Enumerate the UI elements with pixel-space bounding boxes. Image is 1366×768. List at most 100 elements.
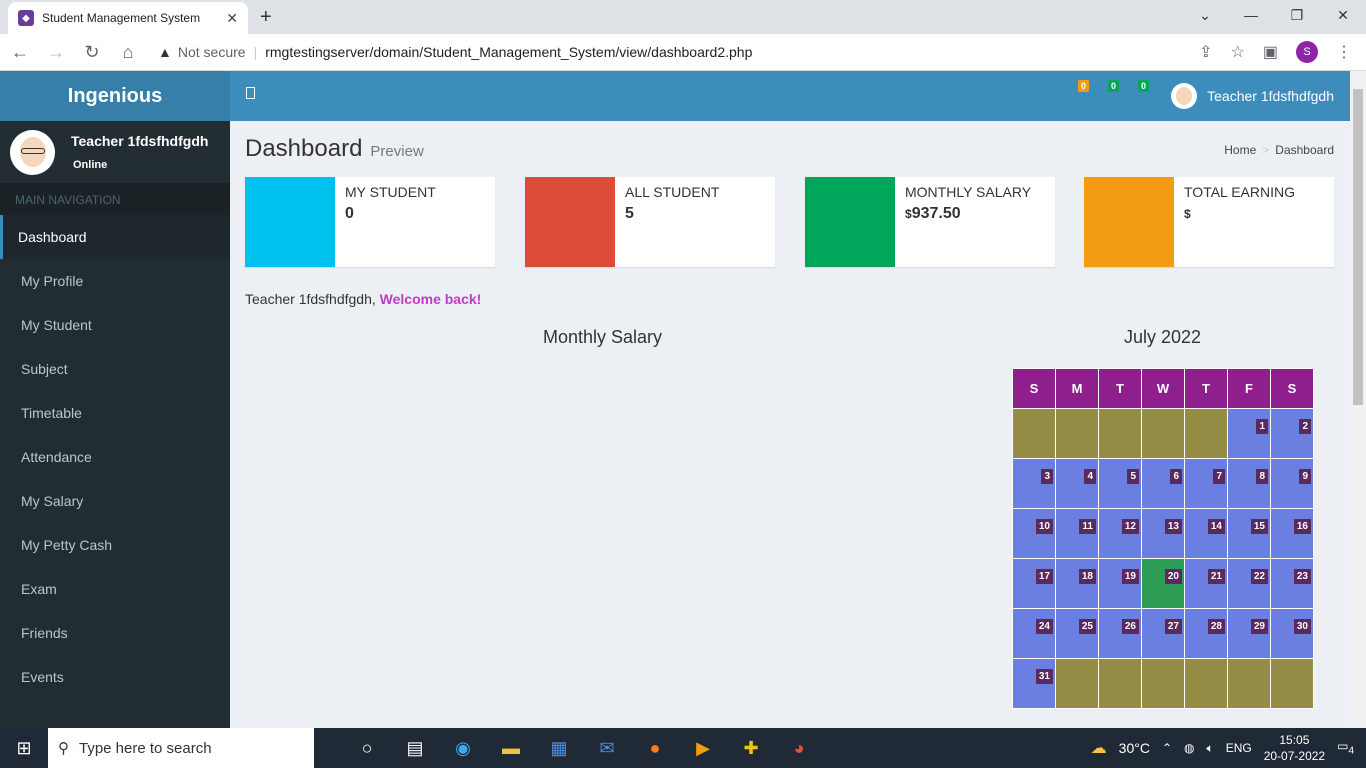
calendar-day[interactable]: 17 [1012, 558, 1056, 609]
page-scrollbar[interactable] [1350, 71, 1366, 728]
calendar-day[interactable]: 23 [1270, 558, 1314, 609]
calendar-day[interactable]: 7 [1184, 458, 1228, 509]
edge-icon[interactable]: ◉ [450, 738, 476, 759]
calendar-day[interactable]: 1 [1227, 408, 1271, 459]
calendar-day[interactable]: 19 [1098, 558, 1142, 609]
calendar-day[interactable]: 29 [1227, 608, 1271, 659]
new-tab-button[interactable]: + [260, 6, 272, 29]
task-view-icon[interactable]: ▤ [402, 738, 428, 759]
share-icon[interactable]: ⇪ [1199, 42, 1212, 62]
breadcrumb-home[interactable]: Home [1224, 143, 1256, 157]
url-input[interactable]: ▲ Not secure | rmgtestingserver/domain/S… [158, 44, 1199, 60]
minimize-button[interactable]: — [1228, 4, 1274, 26]
bookmark-star-icon[interactable]: ☆ [1231, 42, 1245, 62]
calendar-day[interactable]: 31 [1012, 658, 1056, 709]
calendar-day[interactable]: 5 [1098, 458, 1142, 509]
sidebar-toggle-icon[interactable] [246, 87, 255, 99]
sidebar-item-timetable[interactable]: Timetable [0, 391, 230, 435]
firefox-icon[interactable]: ● [642, 738, 668, 759]
calendar-day-number: 25 [1078, 619, 1096, 634]
weather-icon[interactable]: ☁ [1091, 738, 1107, 758]
windows-start-icon[interactable]: ⊞ [0, 738, 48, 759]
calendar-day[interactable]: 6 [1141, 458, 1185, 509]
home-button[interactable]: ⌂ [112, 42, 144, 63]
mail-icon[interactable]: ✉ [594, 738, 620, 759]
clock-time: 15:05 [1279, 733, 1310, 747]
chrome-icon[interactable]: ◕ [786, 738, 812, 759]
chevron-down-icon[interactable]: ⌄ [1182, 4, 1228, 26]
profile-avatar[interactable]: S [1296, 41, 1318, 63]
scrollbar-thumb[interactable] [1353, 89, 1363, 405]
app-logo[interactable]: Ingenious [0, 71, 230, 121]
calendar-day[interactable]: 28 [1184, 608, 1228, 659]
calendar-day[interactable]: 11 [1055, 508, 1099, 559]
weather-temp[interactable]: 30°C [1119, 740, 1150, 756]
close-window-button[interactable]: ✕ [1320, 4, 1366, 26]
close-icon[interactable]: ✕ [226, 10, 238, 27]
messages-badge[interactable]: 0 [1078, 80, 1089, 92]
calendar-day-today[interactable]: 20 [1141, 558, 1185, 609]
reload-button[interactable]: ↻ [76, 42, 108, 63]
info-card-total-earning: TOTAL EARNING $ [1084, 177, 1334, 267]
file-explorer-icon[interactable]: ▬ [498, 738, 524, 759]
clock[interactable]: 15:05 20-07-2022 [1264, 732, 1325, 764]
calendar-day[interactable]: 16 [1270, 508, 1314, 559]
sidebar-item-attendance[interactable]: Attendance [0, 435, 230, 479]
calendar-week-row: 17 18 19 20 21 22 23 [1012, 558, 1314, 609]
notifications-badge[interactable]: 0 [1108, 80, 1119, 92]
tasks-badge[interactable]: 0 [1138, 80, 1149, 92]
user-menu[interactable]: Teacher 1fdsfhdfgdh [1171, 83, 1334, 109]
sidebar-item-dashboard[interactable]: Dashboard [0, 215, 230, 259]
calendar-day[interactable]: 27 [1141, 608, 1185, 659]
calendar-day[interactable]: 13 [1141, 508, 1185, 559]
calendar-day[interactable]: 21 [1184, 558, 1228, 609]
calendar-day[interactable]: 8 [1227, 458, 1271, 509]
calendar-day[interactable]: 30 [1270, 608, 1314, 659]
calendar-day[interactable]: 4 [1055, 458, 1099, 509]
url-text[interactable]: rmgtestingserver/domain/Student_Manageme… [265, 44, 752, 60]
sidebar-item-my-petty-cash[interactable]: My Petty Cash [0, 523, 230, 567]
cortana-icon[interactable]: ○ [354, 738, 380, 759]
volume-icon[interactable]: 🔈︎ [1206, 741, 1213, 756]
calendar-day[interactable]: 15 [1227, 508, 1271, 559]
sidebar-item-subject[interactable]: Subject [0, 347, 230, 391]
browser-tabbar: ◆ Student Management System ✕ + ⌄ — ❐ ✕ [0, 0, 1366, 34]
sidebar-item-exam[interactable]: Exam [0, 567, 230, 611]
calendar-day[interactable]: 3 [1012, 458, 1056, 509]
sidebar-item-events[interactable]: Events [0, 655, 230, 699]
calendar-day[interactable]: 24 [1012, 608, 1056, 659]
sidebar: Teacher 1fdsfhdfgdh Online MAIN NAVIGATI… [0, 121, 230, 728]
calendar-day[interactable]: 2 [1270, 408, 1314, 459]
sidebar-item-my-salary[interactable]: My Salary [0, 479, 230, 523]
warning-icon[interactable]: ▲ [158, 44, 172, 60]
sidebar-item-my-profile[interactable]: My Profile [0, 259, 230, 303]
calendar-day[interactable]: 12 [1098, 508, 1142, 559]
store-icon[interactable]: ▦ [546, 738, 572, 759]
language-indicator[interactable]: ENG [1226, 741, 1252, 755]
calendar-day[interactable]: 10 [1012, 508, 1056, 559]
browser-tab[interactable]: ◆ Student Management System ✕ [8, 2, 248, 34]
menu-dots-icon[interactable]: ⋮ [1336, 42, 1352, 62]
calendar-day[interactable]: 18 [1055, 558, 1099, 609]
calendar-day[interactable]: 14 [1184, 508, 1228, 559]
calendar-empty-cell [1055, 658, 1099, 709]
sidebar-item-my-student[interactable]: My Student [0, 303, 230, 347]
calendar-day[interactable]: 22 [1227, 558, 1271, 609]
calendar-day[interactable]: 9 [1270, 458, 1314, 509]
sidepanel-icon[interactable]: ▣ [1263, 42, 1278, 62]
media-player-icon[interactable]: ▶ [690, 738, 716, 759]
notification-center-icon[interactable]: ▭4 [1337, 739, 1354, 756]
app-plus-icon[interactable]: ✚ [738, 738, 764, 759]
network-icon[interactable]: ◍ [1184, 741, 1194, 755]
back-button[interactable]: ← [4, 42, 36, 63]
sidebar-item-friends[interactable]: Friends [0, 611, 230, 655]
calendar-day[interactable]: 25 [1055, 608, 1099, 659]
tray-expand-icon[interactable]: ⌃ [1162, 741, 1172, 755]
forward-button[interactable]: → [40, 42, 72, 63]
security-status[interactable]: Not secure [178, 44, 246, 60]
restore-button[interactable]: ❐ [1274, 4, 1320, 26]
taskbar-search-input[interactable]: ⚲ Type here to search [48, 728, 314, 768]
os-taskbar: ⊞ ⚲ Type here to search ○ ▤ ◉ ▬ ▦ ✉ ● ▶ … [0, 728, 1366, 768]
calendar-day[interactable]: 26 [1098, 608, 1142, 659]
calendar-day-number: 7 [1213, 469, 1225, 484]
